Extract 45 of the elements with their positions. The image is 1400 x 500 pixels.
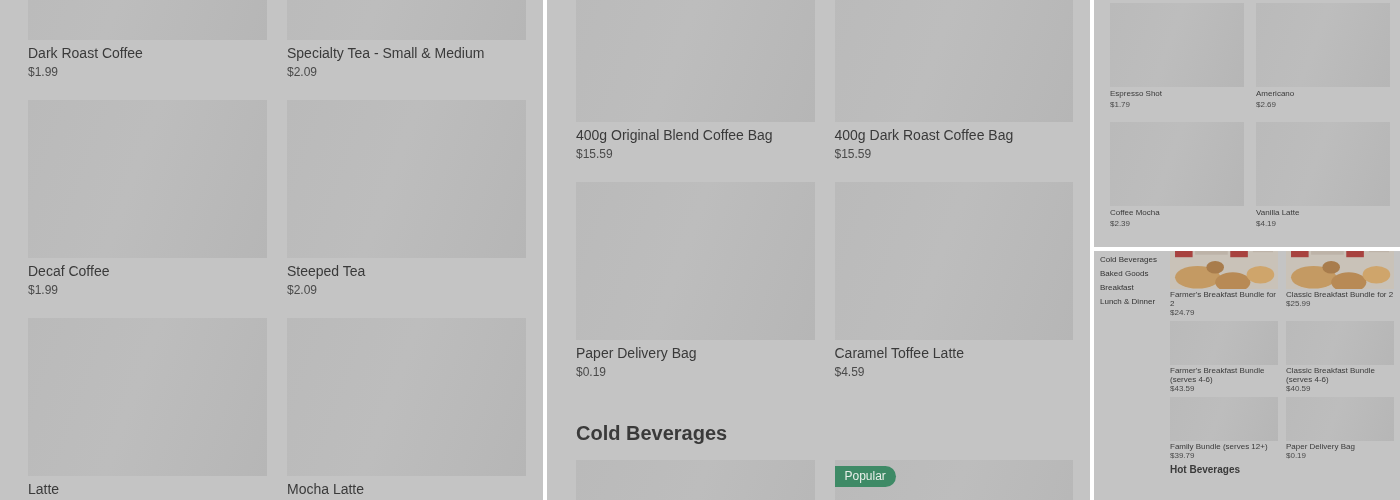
item-price: $15.59 [576, 146, 613, 163]
item-price: $0.19 [576, 364, 607, 381]
item-name[interactable]: Vanilla Latte [1256, 208, 1300, 218]
item-price: $2.09 [287, 282, 318, 299]
item-name[interactable]: Farmer's Breakfast Bundle (serves 4-6) [1170, 366, 1278, 384]
item-price: $4.19 [1256, 219, 1277, 229]
item-price: $15.59 [834, 146, 872, 163]
item-price: $2.69 [1256, 100, 1277, 110]
item-name[interactable]: Paper Delivery Bag [1286, 442, 1355, 451]
section-heading: Cold Beverages [576, 421, 729, 445]
item-name[interactable]: Family Bundle (serves 12+) [1170, 442, 1268, 451]
item-name[interactable]: Dark Roast Coffee [28, 44, 143, 62]
item-name[interactable]: Paper Delivery Bag [576, 344, 697, 362]
item-name[interactable]: Coffee Mocha [1110, 208, 1160, 218]
item-price: $4.59 [834, 364, 865, 381]
item-price: $2.09 [287, 64, 318, 81]
category-link[interactable]: Lunch & Dinner [1100, 297, 1156, 307]
item-price: $1.79 [1110, 100, 1131, 110]
item-name[interactable]: Steeped Tea [287, 262, 366, 280]
item-name[interactable]: 400g Original Blend Coffee Bag [576, 126, 773, 144]
category-link[interactable]: Breakfast [1100, 283, 1134, 293]
section-heading: Hot Beverages [1170, 464, 1242, 476]
item-price: $0.19 [1286, 451, 1307, 460]
item-price: $39.79 [1170, 451, 1195, 460]
item-price: $43.59 [1170, 384, 1195, 393]
item-price: $1.99 [28, 282, 59, 299]
popular-badge: Popular [834, 466, 896, 487]
item-name[interactable]: Decaf Coffee [28, 262, 110, 280]
item-price: $2.39 [1110, 219, 1131, 229]
item-name[interactable]: Specialty Tea - Small & Medium [287, 44, 485, 62]
item-price: $40.59 [1286, 384, 1311, 393]
item-name[interactable]: Mocha Latte [287, 480, 365, 498]
item-name[interactable]: Classic Breakfast Bundle (serves 4-6) [1286, 366, 1394, 384]
item-name[interactable]: Latte [28, 480, 60, 498]
item-name[interactable]: Caramel Toffee Latte [834, 344, 964, 362]
item-name[interactable]: Espresso Shot [1110, 89, 1163, 99]
item-name[interactable]: Americano [1256, 89, 1295, 99]
item-name[interactable]: Classic Breakfast Bundle for 2 [1286, 290, 1394, 299]
item-price: $25.99 [1286, 299, 1311, 308]
category-link[interactable]: Baked Goods [1100, 269, 1149, 279]
item-price: $1.99 [28, 64, 59, 81]
item-name[interactable]: 400g Dark Roast Coffee Bag [834, 126, 1014, 144]
item-price: $24.79 [1170, 308, 1195, 317]
item-name[interactable]: Farmer's Breakfast Bundle for 2 [1170, 290, 1278, 308]
category-link[interactable]: Cold Beverages [1100, 255, 1157, 265]
